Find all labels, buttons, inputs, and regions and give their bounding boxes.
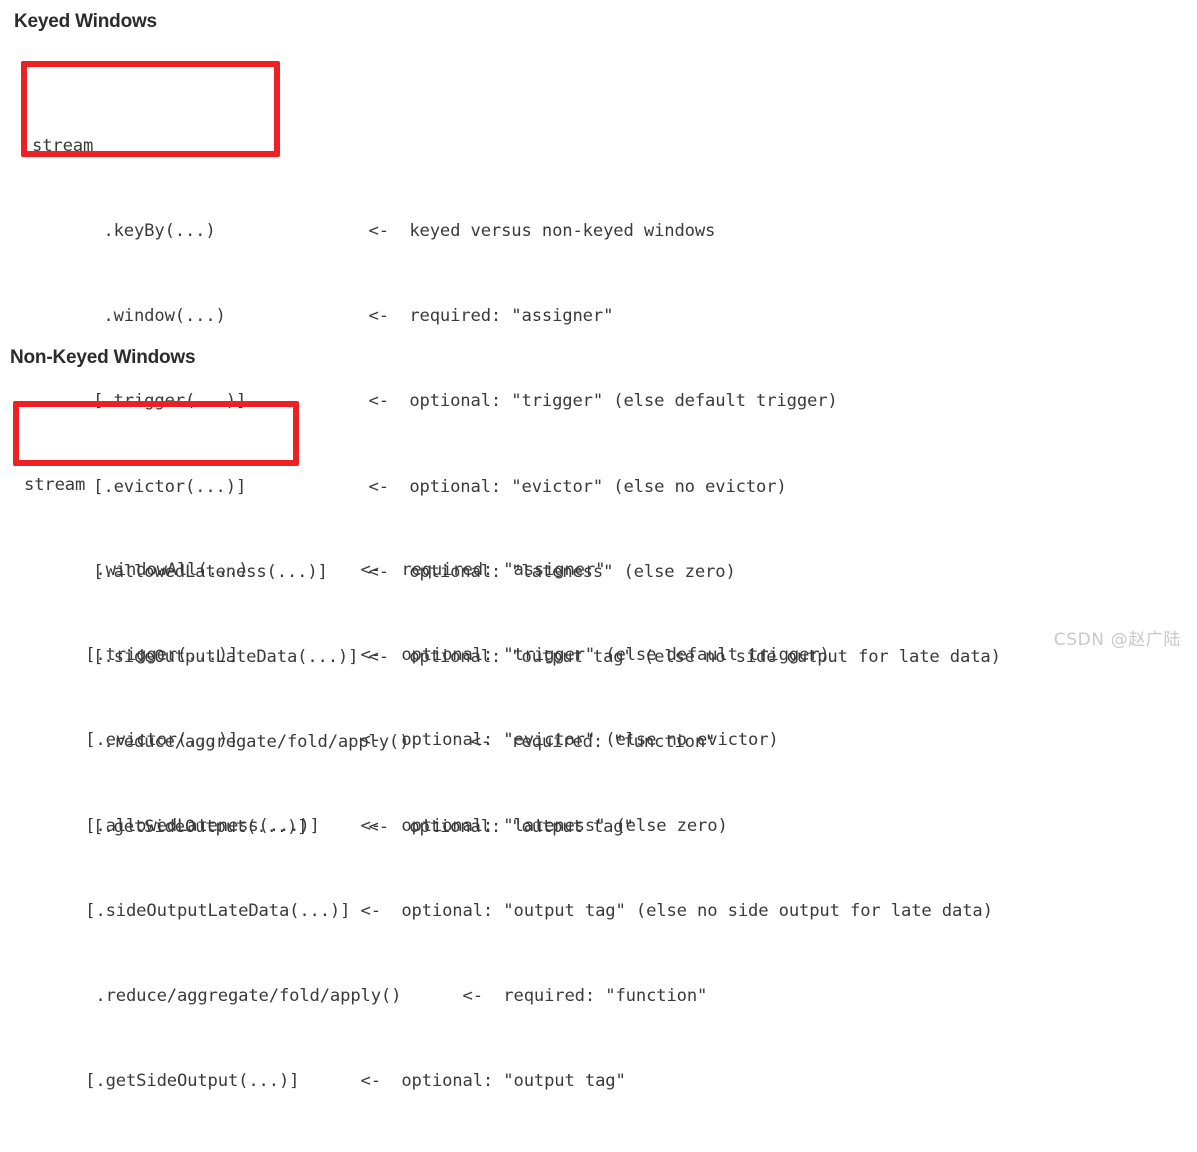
code-line: stream (24, 474, 86, 495)
section-heading-non-keyed-windows: Non-Keyed Windows (10, 347, 196, 368)
code-line: [.sideOutputLateData(...)] <- optional: … (24, 900, 993, 921)
code-line: .keyBy(...) <- keyed versus non-keyed wi… (32, 221, 716, 242)
code-line: [.getSideOutput(...)] <- optional: "outp… (24, 1071, 626, 1092)
section-heading-keyed-windows: Keyed Windows (14, 11, 157, 32)
code-line: [.evictor(...)] <- optional: "evictor" (… (24, 730, 779, 751)
document-page: Keyed Windows stream .keyBy(...) <- keye… (0, 0, 1197, 1091)
code-line: [.trigger(...)] <- optional: "trigger" (… (24, 645, 830, 666)
watermark: CSDN @赵广陆 (1053, 630, 1181, 650)
code-block-non-keyed-windows: stream .windowAll(...) <- required: "ass… (24, 414, 993, 1152)
code-line: .reduce/aggregate/fold/apply() <- requir… (24, 986, 708, 1007)
code-line: .window(...) <- required: "assigner" (32, 306, 614, 327)
code-line: [.allowedLateness(...)] <- optional: "la… (24, 815, 728, 836)
code-line: .windowAll(...) <- required: "assigner" (24, 560, 606, 581)
code-line: stream (32, 135, 94, 156)
code-line: [.trigger(...)] <- optional: "trigger" (… (32, 391, 838, 412)
